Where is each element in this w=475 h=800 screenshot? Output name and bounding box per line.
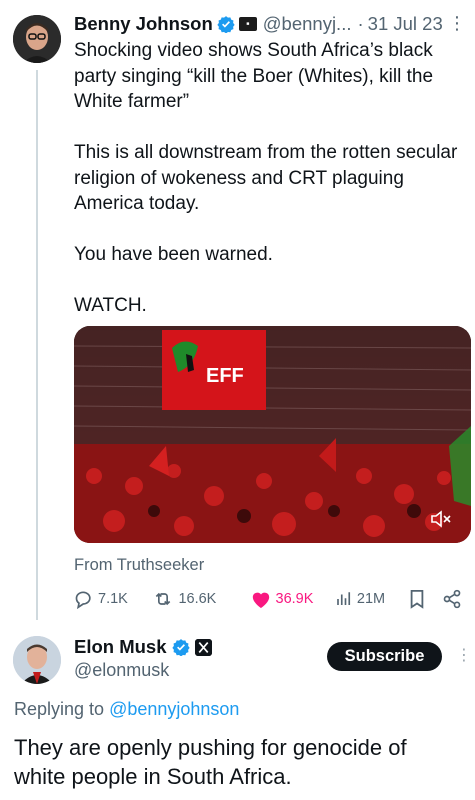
share-icon	[443, 589, 461, 609]
bookmark-button[interactable]	[408, 588, 436, 610]
avatar[interactable]	[13, 15, 61, 63]
like-count: 36.9K	[275, 591, 314, 607]
like-button[interactable]: 36.9K	[250, 589, 325, 609]
tweet-date[interactable]: 31 Jul 23	[368, 13, 443, 35]
video-player[interactable]: EFF	[74, 326, 471, 543]
repost-count: 16.6K	[178, 591, 217, 607]
views-button[interactable]: 21M	[335, 589, 404, 609]
more-options-icon[interactable]: ⋮	[448, 13, 466, 34]
author-name[interactable]: Benny Johnson	[74, 13, 213, 35]
tweet-text: Shocking video shows South Africa’s blac…	[74, 40, 458, 316]
reply-button[interactable]: 7.1K	[74, 589, 132, 609]
replying-to-link[interactable]: @bennyjohnson	[109, 699, 239, 719]
replying-to-line: Replying to @bennyjohnson	[14, 699, 239, 720]
views-count: 21M	[356, 591, 386, 607]
reply-avatar[interactable]	[13, 636, 61, 684]
video-frame: EFF	[74, 326, 471, 543]
repost-button[interactable]: 16.6K	[152, 589, 249, 609]
reply-text: They are openly pushing for genocide of …	[14, 735, 407, 789]
reply-count: 7.1K	[98, 591, 128, 607]
replying-prefix: Replying to	[14, 699, 110, 719]
views-chart-icon	[337, 592, 350, 605]
repost-icon	[156, 592, 171, 606]
verified-badge-icon	[217, 16, 235, 33]
date-separator: ·	[357, 13, 364, 34]
original-tweet[interactable]: Benny Johnson ■ @bennyj... · 31 Jul 23 ⋮…	[74, 10, 466, 319]
tweet-action-bar: 7.1K 16.6K 36.9K 21M	[74, 586, 466, 612]
bookmark-icon	[410, 590, 424, 609]
verified-badge-icon	[171, 639, 190, 656]
reply-author-name[interactable]: Elon Musk	[74, 636, 167, 658]
reply-author-row: Elon Musk	[74, 636, 212, 658]
mute-icon[interactable]	[429, 507, 453, 531]
more-options-icon[interactable]: ⋮	[456, 645, 472, 665]
thread-connector-line	[36, 70, 38, 620]
subscribe-button[interactable]: Subscribe	[327, 642, 442, 671]
video-source-attribution[interactable]: From Truthseeker	[74, 556, 204, 575]
heart-icon	[252, 592, 269, 609]
reply-icon	[75, 591, 91, 609]
tweet-header: Benny Johnson ■ @bennyj... · 31 Jul 23 ⋮	[74, 10, 466, 38]
x-affiliation-icon	[194, 638, 212, 656]
share-button[interactable]	[442, 589, 466, 609]
author-handle[interactable]: @bennyj...	[263, 13, 352, 35]
video-banner-text: EFF	[206, 365, 244, 387]
reply-author-handle[interactable]: @elonmusk	[74, 660, 169, 681]
affiliation-badge-icon: ■	[238, 17, 257, 31]
